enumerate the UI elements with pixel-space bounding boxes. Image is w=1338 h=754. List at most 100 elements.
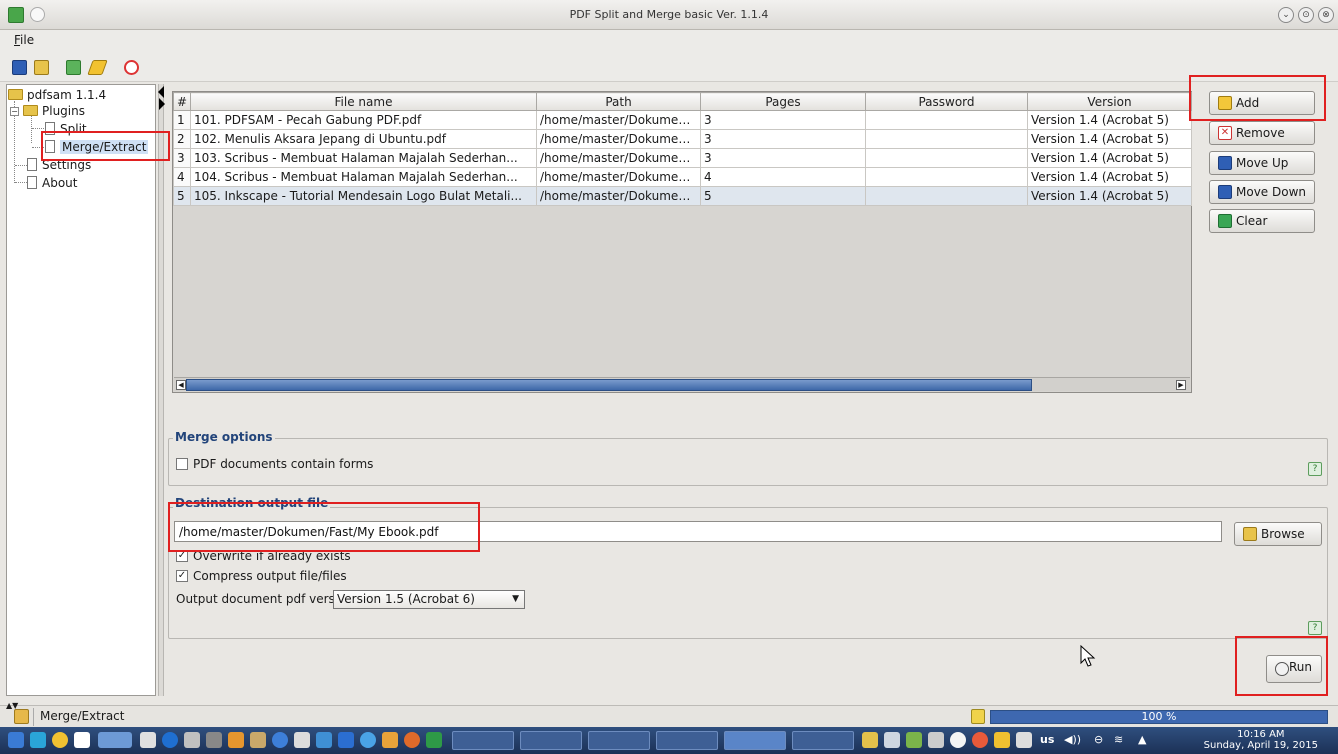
taskbar-window-6[interactable] xyxy=(792,731,854,750)
destination-path-input[interactable] xyxy=(174,521,1222,542)
cell-path: /home/master/Dokumen... xyxy=(536,148,701,168)
cell-password[interactable] xyxy=(865,129,1028,149)
screen-icon[interactable] xyxy=(294,732,310,748)
tray-clock-icon[interactable] xyxy=(972,732,988,748)
tray-cut-icon[interactable] xyxy=(1016,732,1032,748)
settings-app-icon[interactable] xyxy=(184,732,200,748)
spreadsheet-icon[interactable] xyxy=(426,732,442,748)
document-app-icon[interactable] xyxy=(140,732,156,748)
firefox-icon[interactable] xyxy=(404,732,420,748)
table-row[interactable]: 4 104. Scribus - Membuat Halaman Majalah… xyxy=(173,167,1192,187)
taskbar-window-3[interactable] xyxy=(588,731,650,750)
menu-file[interactable]: File xyxy=(14,33,34,47)
cell-password[interactable] xyxy=(865,148,1028,168)
cell-password[interactable] xyxy=(865,110,1028,130)
table-row[interactable]: 2 102. Menulis Aksara Jepang di Ubuntu.p… xyxy=(173,129,1192,149)
compress-checkbox[interactable]: ✓ xyxy=(176,570,188,582)
column-header-pages[interactable]: Pages xyxy=(700,92,866,111)
panel-splitter[interactable] xyxy=(158,84,165,696)
compress-label: Compress output file/files xyxy=(193,569,347,583)
table-row-selected[interactable]: 5 105. Inkscape - Tutorial Mendesain Log… xyxy=(173,186,1192,206)
taskbar-window-4[interactable] xyxy=(656,731,718,750)
overwrite-checkbox[interactable]: ✓ xyxy=(176,550,188,562)
save-icon[interactable] xyxy=(12,60,27,75)
browse-button[interactable]: Browse xyxy=(1234,522,1322,546)
table-row[interactable]: 1 101. PDFSAM - Pecah Gabung PDF.pdf /ho… xyxy=(173,110,1192,130)
move-up-button[interactable]: Move Up xyxy=(1209,151,1315,175)
cell-password[interactable] xyxy=(865,186,1028,206)
tree-item-plugins[interactable]: Plugins xyxy=(23,102,85,120)
tray-display-icon[interactable] xyxy=(884,732,900,748)
destination-title: Destination output file xyxy=(173,496,331,510)
tree-item-split[interactable]: Split xyxy=(45,120,87,138)
writer-icon[interactable] xyxy=(316,732,332,748)
collapse-left-icon[interactable] xyxy=(158,86,164,98)
environment-icon[interactable] xyxy=(66,60,81,75)
tree-item-settings[interactable]: Settings xyxy=(27,156,91,174)
tray-app-icon[interactable] xyxy=(862,732,878,748)
clock[interactable]: 10:16 AM Sunday, April 19, 2015 xyxy=(1204,729,1318,751)
remove-button[interactable]: ✕ Remove xyxy=(1209,121,1315,145)
bulb-icon xyxy=(971,709,985,724)
volume-icon[interactable]: ◀)) xyxy=(1064,733,1081,746)
move-down-button[interactable]: Move Down xyxy=(1209,180,1315,204)
scroll-left-icon[interactable]: ◀ xyxy=(176,380,186,390)
tray-expand-icon[interactable]: ▲ xyxy=(1138,733,1146,746)
column-header-path[interactable]: Path xyxy=(536,92,701,111)
taskbar-window-1[interactable] xyxy=(452,731,514,750)
help-icon[interactable]: ? xyxy=(1308,621,1322,635)
expand-right-icon[interactable] xyxy=(159,98,165,110)
table-row[interactable]: 3 103. Scribus - Membuat Halaman Majalah… xyxy=(173,148,1192,168)
cell-password[interactable] xyxy=(865,167,1028,187)
tree-item-merge-extract[interactable]: Merge/Extract xyxy=(45,138,149,156)
chrome-icon[interactable] xyxy=(272,732,288,748)
open-folder-icon[interactable] xyxy=(34,60,49,75)
column-header-version[interactable]: Version xyxy=(1027,92,1192,111)
column-header-index[interactable]: # xyxy=(173,92,191,111)
tray-brush-icon[interactable] xyxy=(906,732,922,748)
minimize-button[interactable]: ⌄ xyxy=(1278,7,1294,23)
scroll-right-icon[interactable]: ▶ xyxy=(1176,380,1186,390)
tree-about-label: About xyxy=(42,176,78,190)
taskbar-window-2[interactable] xyxy=(520,731,582,750)
clear-button[interactable]: Clear xyxy=(1209,209,1315,233)
water-drop-icon[interactable] xyxy=(360,732,376,748)
column-header-file-name[interactable]: File name xyxy=(190,92,537,111)
close-button[interactable]: ⊗ xyxy=(1318,7,1334,23)
start-menu-icon[interactable] xyxy=(8,732,24,748)
cell-index: 3 xyxy=(173,148,191,168)
network-icon[interactable]: ⊖ xyxy=(1094,733,1103,746)
taskbar-window-active[interactable] xyxy=(724,731,786,750)
forms-checkbox[interactable] xyxy=(176,458,188,470)
app-ql-icon[interactable] xyxy=(382,732,398,748)
keyboard-layout[interactable]: us xyxy=(1040,733,1054,746)
power-icon[interactable] xyxy=(124,60,139,75)
tray-notification-icon[interactable] xyxy=(950,732,966,748)
help-icon[interactable]: ? xyxy=(1308,462,1322,476)
wifi-icon[interactable]: ≋ xyxy=(1114,733,1123,746)
tree-plugins-label: Plugins xyxy=(42,104,85,118)
sun-icon[interactable] xyxy=(52,732,68,748)
pen-icon[interactable] xyxy=(74,732,90,748)
bird-icon[interactable] xyxy=(30,732,46,748)
terminal-app-icon[interactable] xyxy=(206,732,222,748)
clear-brush-icon[interactable] xyxy=(87,60,108,75)
browser-icon[interactable] xyxy=(162,732,178,748)
maximize-button[interactable]: ⊙ xyxy=(1298,7,1314,23)
pdf-version-select[interactable]: Version 1.5 (Acrobat 6) ▼ xyxy=(333,590,525,609)
collapse-toggle[interactable]: − xyxy=(10,107,19,116)
column-header-password[interactable]: Password xyxy=(865,92,1028,111)
tray-tools-icon[interactable] xyxy=(928,732,944,748)
tree-item-about[interactable]: About xyxy=(27,174,77,192)
add-button[interactable]: Add xyxy=(1209,91,1315,115)
run-button[interactable]: Run xyxy=(1266,655,1322,683)
gimp-icon[interactable] xyxy=(250,732,266,748)
download-icon[interactable] xyxy=(338,732,354,748)
desktop-icon[interactable] xyxy=(98,732,132,748)
status-bar: ▲▼ Merge/Extract 100 % xyxy=(0,701,1338,727)
tray-weather-icon[interactable] xyxy=(994,732,1010,748)
horizontal-scrollbar[interactable]: ◀ ▶ xyxy=(174,377,1190,391)
scroll-thumb[interactable] xyxy=(186,379,1032,391)
paint-icon[interactable] xyxy=(228,732,244,748)
folder-icon xyxy=(1243,527,1257,541)
